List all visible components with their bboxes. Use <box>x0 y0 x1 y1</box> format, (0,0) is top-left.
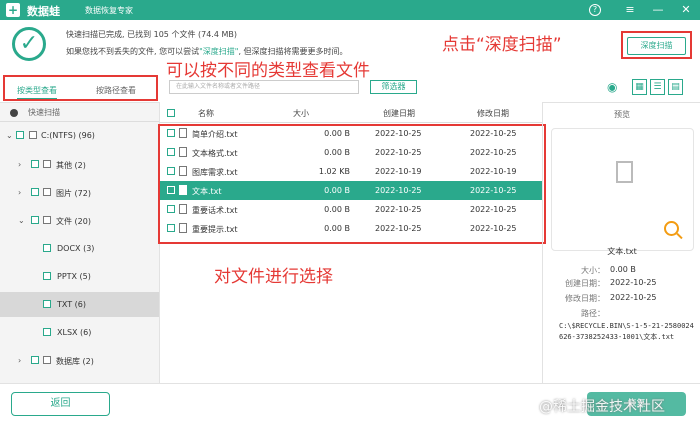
sidebar-item-documents[interactable]: ⌄ 文件 (20) <box>0 208 159 233</box>
sidebar-item-label: 文件 (20) <box>56 217 91 226</box>
sidebar-item-images[interactable]: › 图片 (72) <box>0 180 159 205</box>
column-created[interactable]: 创建日期 <box>383 108 415 119</box>
app-title: 数据蛙 <box>27 5 60 18</box>
annotation-box-file-list <box>158 124 546 244</box>
chevron-right-icon[interactable]: › <box>18 160 26 169</box>
close-icon[interactable]: ✕ <box>678 2 694 18</box>
sidebar: 快速扫描 ⌄ C:(NTFS) (96) › 其他 (2) › 图片 (72) … <box>0 102 160 383</box>
preview-modified-label: 修改日期： <box>565 294 605 303</box>
preview-path-label: 路径： <box>581 309 605 318</box>
scan-status-text: 快速扫描已完成, 已找到 105 个文件 (74.4 MB) <box>66 30 237 39</box>
database-icon <box>43 356 51 364</box>
preview-path-value: C:\$RECYCLE.BIN\S-1-5-21-2580024626-3738… <box>559 322 694 341</box>
sidebar-item-label: DOCX (3) <box>57 244 95 253</box>
watermark: @稀土掘金技术社区 <box>539 399 665 415</box>
checkbox-icon[interactable] <box>31 216 39 224</box>
eye-icon[interactable]: ◉ <box>607 80 623 94</box>
select-all-checkbox[interactable] <box>167 109 175 117</box>
scan-complete-check-icon: ✓ <box>12 27 46 61</box>
deep-scan-hint-prefix: 如果您找不到丢失的文件, 您可以尝试 <box>66 47 200 56</box>
image-icon <box>43 188 51 196</box>
back-button[interactable]: 返回 <box>11 392 110 416</box>
preview-panel: 预览 文本.txt 大小： 0.00 B 创建日期： 2022-10-25 修改… <box>542 102 700 383</box>
annotation-view-by-type: 可以按不同的类型查看文件 <box>166 61 370 81</box>
sidebar-item-label: 数据库 (2) <box>56 357 94 366</box>
help-icon[interactable]: ? <box>589 4 601 16</box>
minimize-icon[interactable]: — <box>650 2 666 18</box>
annotation-box-tabs <box>3 75 158 101</box>
chevron-down-icon[interactable]: ⌄ <box>18 216 26 225</box>
sidebar-item-label: TXT (6) <box>57 300 86 309</box>
checkbox-icon[interactable] <box>31 356 39 364</box>
deep-scan-link[interactable]: "深度扫描" <box>199 47 238 56</box>
sidebar-item-label: 其他 (2) <box>56 161 86 170</box>
sidebar-item-other[interactable]: › 其他 (2) <box>0 152 159 177</box>
checkbox-icon[interactable] <box>43 300 51 308</box>
column-size[interactable]: 大小 <box>293 108 309 119</box>
sidebar-item-pptx[interactable]: PPTX (5) <box>0 264 159 289</box>
preview-size-label: 大小： <box>581 266 605 275</box>
preview-created-label: 创建日期： <box>565 279 605 288</box>
checkbox-icon[interactable] <box>16 131 24 139</box>
app-logo-icon: + <box>6 3 20 17</box>
column-modified[interactable]: 修改日期 <box>477 108 509 119</box>
filter-button[interactable]: 筛选器 <box>370 80 417 94</box>
title-bar: + 数据蛙 数据恢复专家 ? ≡ — ✕ <box>0 0 700 20</box>
checkbox-icon[interactable] <box>43 244 51 252</box>
magnify-icon[interactable] <box>664 221 679 236</box>
list-view-icon[interactable]: ☰ <box>650 79 665 95</box>
preview-modified-value: 2022-10-25 <box>610 293 657 302</box>
column-name[interactable]: 名称 <box>198 108 214 119</box>
sidebar-item-docx[interactable]: DOCX (3) <box>0 236 159 261</box>
sidebar-item-database[interactable]: › 数据库 (2) <box>0 348 159 373</box>
drive-icon <box>29 131 37 139</box>
preview-title: 预览 <box>614 110 630 119</box>
table-header: 名称 大小 创建日期 修改日期 <box>160 102 542 123</box>
sidebar-item-label: PPTX (5) <box>57 272 91 281</box>
annotation-box-deep-scan <box>621 31 692 59</box>
checkbox-icon[interactable] <box>31 188 39 196</box>
document-icon <box>43 216 51 224</box>
checkbox-icon[interactable] <box>31 160 39 168</box>
annotation-select-files: 对文件进行选择 <box>214 267 333 287</box>
checkbox-icon[interactable] <box>43 328 51 336</box>
sidebar-item-c-drive[interactable]: ⌄ C:(NTFS) (96) <box>0 123 159 148</box>
sidebar-item-label: 图片 (72) <box>56 189 91 198</box>
app-subtitle: 数据恢复专家 <box>85 6 133 15</box>
search-input[interactable]: 在此输入文件名称或者文件路径 <box>169 80 359 94</box>
quick-scan-label: 快速扫描 <box>28 108 60 117</box>
detail-view-icon[interactable]: ▤ <box>668 79 683 95</box>
grid-view-icon[interactable]: ▦ <box>632 79 647 95</box>
annotation-deep-scan: 点击“深度扫描” <box>442 35 562 55</box>
document-preview-icon <box>616 161 633 183</box>
preview-size-value: 0.00 B <box>610 265 636 274</box>
quick-scan-header: 快速扫描 <box>0 103 159 122</box>
preview-created-value: 2022-10-25 <box>610 278 657 287</box>
deep-scan-hint-suffix: , 但深度扫描将需要更多时间。 <box>238 47 348 56</box>
checkbox-icon[interactable] <box>10 109 18 117</box>
preview-box <box>551 128 694 251</box>
chevron-right-icon[interactable]: › <box>18 188 26 197</box>
sidebar-item-label: XLSX (6) <box>57 328 92 337</box>
preview-file-name: 文本.txt <box>607 247 637 256</box>
sidebar-item-txt[interactable]: TXT (6) <box>0 292 159 317</box>
folder-icon <box>43 160 51 168</box>
checkbox-icon[interactable] <box>43 272 51 280</box>
chevron-down-icon[interactable]: ⌄ <box>6 131 14 140</box>
menu-icon[interactable]: ≡ <box>622 2 638 18</box>
sidebar-item-label: C:(NTFS) (96) <box>41 131 95 140</box>
chevron-right-icon[interactable]: › <box>18 356 26 365</box>
sidebar-item-xlsx[interactable]: XLSX (6) <box>0 320 159 345</box>
